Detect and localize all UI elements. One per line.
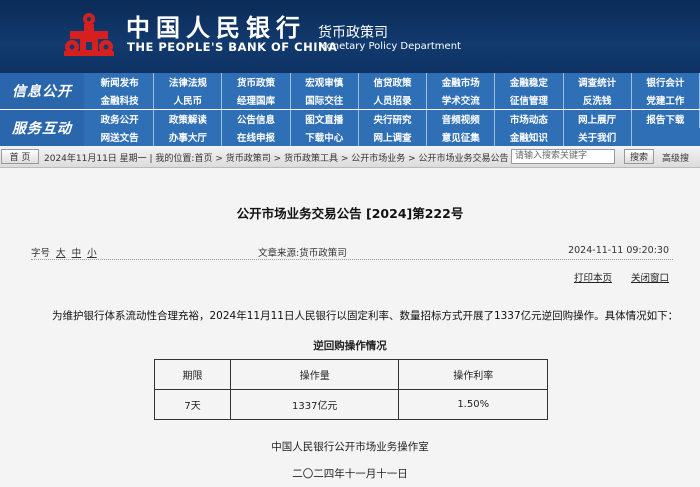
advanced-search-link[interactable]: 高级搜: [662, 151, 689, 164]
breadcrumb: 2024年11月11日 星期一 | 我的位置:首页 > 货币政策司 > 货币政策…: [44, 154, 509, 164]
search-button[interactable]: 搜索: [624, 149, 654, 164]
nav-item[interactable]: 金融科技: [86, 91, 155, 109]
font-large-link[interactable]: 大: [56, 248, 66, 259]
nav-item[interactable]: 图文直播: [291, 110, 359, 128]
nav-item[interactable]: 银行会计: [632, 73, 700, 91]
nav-item[interactable]: 人民币: [154, 91, 223, 109]
nav-item[interactable]: 在线申报: [222, 128, 291, 146]
nav-item[interactable]: 党建工作: [632, 91, 700, 109]
department-name-cn: 货币政策司: [318, 25, 388, 41]
font-medium-link[interactable]: 中: [72, 248, 82, 259]
nav-item[interactable]: 网上调查: [359, 128, 428, 146]
article-source: 文章来源:货币政策司: [258, 248, 347, 259]
nav-item[interactable]: 金融市场: [427, 73, 496, 91]
table-header-row: 期限 操作量 操作利率: [153, 359, 548, 390]
signature: 中国人民银行公开市场业务操作室: [271, 441, 429, 453]
font-size-controls: 字号 大 中 小: [31, 245, 97, 259]
nav-item[interactable]: 经理国库: [222, 91, 291, 109]
nav-item[interactable]: 意见征集: [427, 128, 496, 146]
search-input[interactable]: 请输入搜索关键字: [511, 149, 615, 164]
nav-item[interactable]: 网上展厅: [564, 110, 632, 128]
nav-item[interactable]: 金融知识: [495, 128, 564, 146]
nav-item[interactable]: 公告信息: [222, 110, 291, 128]
nav-item[interactable]: 反洗钱: [564, 91, 632, 109]
meta-divider: [31, 259, 673, 260]
nav-item[interactable]: 学术交流: [427, 91, 496, 109]
nav-item[interactable]: 办事大厅: [154, 128, 223, 146]
bank-name-cn: 中国人民银行: [126, 13, 306, 42]
signature-date: 二〇二四年十一月十一日: [292, 468, 408, 480]
nav-item[interactable]: 报告下载: [632, 110, 700, 128]
table-cell: 1.50%: [398, 389, 548, 420]
pboc-logo-icon: [64, 13, 114, 56]
bank-name-en: THE PEOPLE'S BANK OF CHINA: [127, 40, 338, 54]
nav-item[interactable]: 关于我们: [564, 128, 632, 146]
nav-item[interactable]: 政策解读: [154, 110, 223, 128]
table-caption: 逆回购操作情况: [313, 340, 387, 352]
department-name-en: Monetary Policy Department: [318, 41, 461, 52]
nav-item[interactable]: 人员招录: [359, 91, 428, 109]
table-cell: 1337亿元: [230, 389, 400, 420]
article-datetime: 2024-11-11 09:20:30: [568, 245, 669, 256]
table-header-cell: 操作利率: [398, 359, 548, 390]
nav-item[interactable]: 政务公开: [86, 110, 155, 128]
page-title: 公开市场业务交易公告 [2024]第222号: [236, 206, 464, 221]
table-row: 7天 1337亿元 1.50%: [153, 389, 548, 420]
table-header-cell: 期限: [153, 359, 232, 390]
nav-section-service-interaction: 服务互动: [0, 110, 84, 146]
nav-item[interactable]: 央行研究: [359, 110, 428, 128]
nav-item[interactable]: 下载中心: [291, 128, 359, 146]
operations-table: 期限 操作量 操作利率 7天 1337亿元 1.50%: [153, 359, 548, 420]
nav-item[interactable]: 信贷政策: [359, 73, 428, 91]
nav-item[interactable]: 货币政策: [222, 73, 291, 91]
table-header-cell: 操作量: [230, 359, 400, 390]
nav-item[interactable]: 宏观审慎: [291, 73, 359, 91]
print-link[interactable]: 打印本页: [574, 273, 612, 284]
nav-item[interactable]: 金融稳定: [495, 73, 564, 91]
home-button[interactable]: 首 页: [1, 149, 39, 164]
close-window-link[interactable]: 关闭窗口: [631, 273, 669, 284]
nav-section-info-disclosure: 信息公开: [0, 73, 84, 109]
article-tools: 打印本页 关闭窗口: [558, 270, 669, 284]
nav-item[interactable]: 音频视频: [427, 110, 496, 128]
main-navigation: 信息公开 新闻发布 法律法规 货币政策 宏观审慎 信贷政策 金融市场 金融稳定 …: [0, 73, 700, 146]
nav-item[interactable]: 调查统计: [564, 73, 632, 91]
breadcrumb-bar: 首 页 2024年11月11日 星期一 | 我的位置:首页 > 货币政策司 > …: [0, 146, 700, 168]
site-header: 中国人民银行 THE PEOPLE'S BANK OF CHINA 货币政策司 …: [0, 0, 700, 73]
nav-item[interactable]: 国际交往: [291, 91, 359, 109]
nav-item[interactable]: 法律法规: [154, 73, 223, 91]
table-cell: 7天: [153, 389, 232, 420]
nav-item[interactable]: 市场动态: [495, 110, 564, 128]
article-paragraph: 为维护银行体系流动性合理充裕，2024年11月11日人民银行以固定利率、数量招标…: [52, 310, 679, 322]
nav-item[interactable]: 征信管理: [495, 91, 564, 109]
font-size-label: 字号: [31, 248, 51, 259]
nav-item[interactable]: 网送文告: [86, 128, 155, 146]
nav-item[interactable]: 新闻发布: [86, 73, 155, 91]
font-small-link[interactable]: 小: [87, 248, 97, 259]
